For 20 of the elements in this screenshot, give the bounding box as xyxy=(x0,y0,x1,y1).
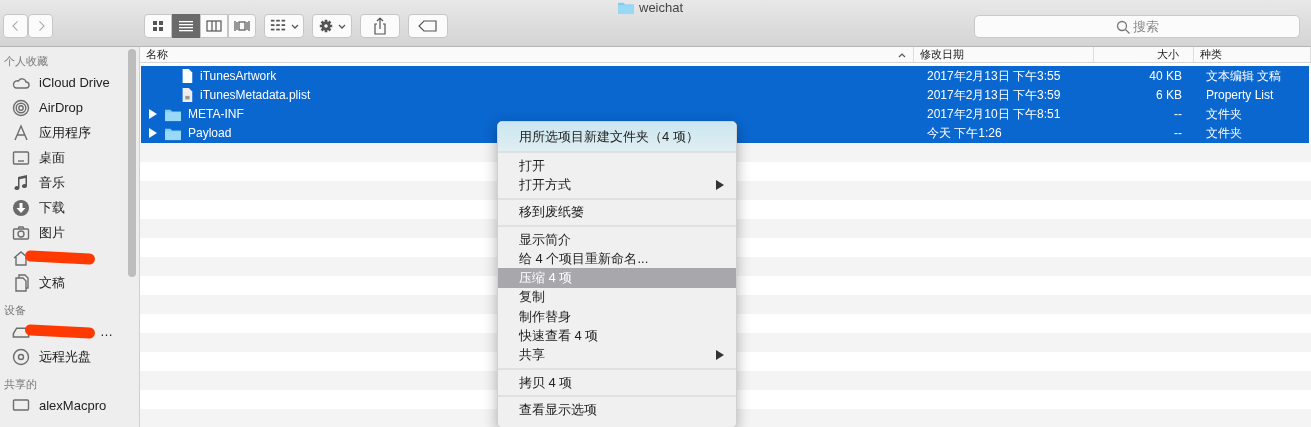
kind-cell: 文件夹 xyxy=(1206,105,1242,123)
date-cell: 2017年2月13日 下午3:55 xyxy=(927,67,1061,85)
window-title: weichat xyxy=(639,0,684,15)
file-name: iTunesMetadata.plist xyxy=(200,88,311,102)
kind-cell: 文件夹 xyxy=(1206,124,1242,142)
sidebar-heading: 设备 xyxy=(4,303,27,318)
size-cell: 6 KB xyxy=(1156,88,1182,102)
date-cell: 2017年2月10日 下午8:51 xyxy=(927,105,1061,123)
kind-cell: 文本编辑 文稿 xyxy=(1206,67,1282,85)
size-cell: -- xyxy=(1174,126,1182,140)
file-name: META-INF xyxy=(188,107,244,121)
sidebar-heading: 共享的 xyxy=(4,377,38,392)
size-cell: 40 KB xyxy=(1149,69,1182,83)
date-cell: 今天 下午1:26 xyxy=(927,124,1002,142)
file-name: Payload xyxy=(188,126,232,140)
date-cell: 2017年2月13日 下午3:59 xyxy=(927,86,1061,104)
sidebar-heading: 个人收藏 xyxy=(4,54,49,69)
size-cell: -- xyxy=(1174,107,1182,121)
file-name: iTunesArtwork xyxy=(200,69,277,83)
kind-cell: Property List xyxy=(1206,88,1274,102)
